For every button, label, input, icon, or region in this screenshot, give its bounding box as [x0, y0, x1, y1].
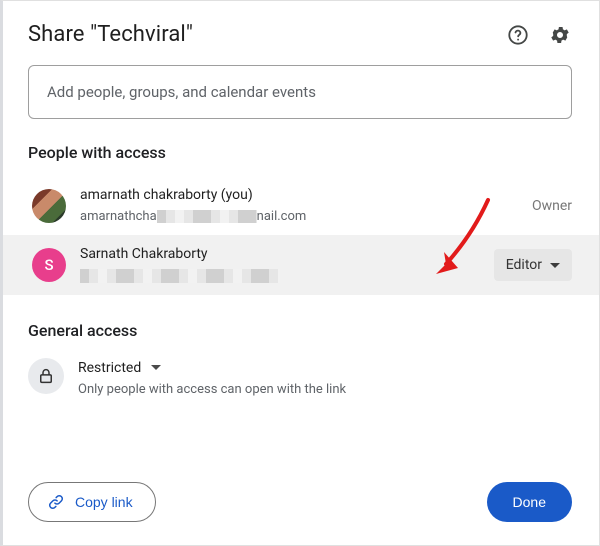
general-access-description: Only people with access can open with th…: [78, 382, 572, 397]
dialog-footer: Copy link Done: [28, 482, 572, 522]
link-icon: [47, 493, 65, 511]
chevron-down-icon: [550, 263, 560, 268]
share-dialog: Share "Techviral" Add people, groups, an…: [0, 0, 600, 546]
person-name: amarnath chakraborty (you): [80, 186, 532, 205]
role-label: Owner: [532, 198, 572, 214]
done-label: Done: [513, 494, 546, 510]
person-info: Sarnath Chakraborty: [80, 245, 494, 284]
add-people-placeholder: Add people, groups, and calendar events: [47, 83, 316, 101]
help-icon[interactable]: [506, 23, 530, 47]
avatar-photo: [32, 189, 66, 223]
general-access-value: Restricted: [78, 360, 141, 376]
dialog-header: Share "Techviral": [28, 22, 572, 47]
done-button[interactable]: Done: [487, 482, 572, 522]
avatar-initial: S: [44, 256, 53, 274]
redacted-segment: [157, 210, 257, 223]
redacted-segment: [80, 269, 280, 283]
gear-icon[interactable]: [548, 23, 572, 47]
person-info: amarnath chakraborty (you) amarnathchana…: [80, 186, 532, 225]
copy-link-button[interactable]: Copy link: [28, 482, 156, 522]
person-row-owner: amarnath chakraborty (you) amarnathchana…: [28, 176, 572, 235]
people-section-title: People with access: [28, 143, 572, 162]
person-name: Sarnath Chakraborty: [80, 245, 494, 264]
general-access-section: General access Restricted Only people wi…: [28, 321, 572, 401]
chevron-down-icon: [151, 365, 161, 370]
dialog-title: Share "Techviral": [28, 22, 193, 47]
avatar: [32, 189, 66, 223]
general-access-dropdown[interactable]: Restricted: [78, 358, 572, 376]
lock-icon: [28, 358, 64, 394]
avatar: S: [32, 248, 66, 282]
header-icons: [506, 23, 572, 47]
role-value: Editor: [506, 257, 542, 273]
add-people-input[interactable]: Add people, groups, and calendar events: [28, 65, 572, 119]
person-row-editor[interactable]: S Sarnath Chakraborty Editor: [0, 235, 600, 294]
general-access-row: Restricted Only people with access can o…: [28, 354, 572, 401]
role-dropdown[interactable]: Editor: [494, 249, 572, 281]
copy-link-label: Copy link: [75, 494, 133, 510]
general-info: Restricted Only people with access can o…: [78, 358, 572, 397]
person-email: amarnathchanail.com: [80, 208, 306, 226]
general-section-title: General access: [28, 321, 572, 340]
person-email: [80, 267, 280, 285]
